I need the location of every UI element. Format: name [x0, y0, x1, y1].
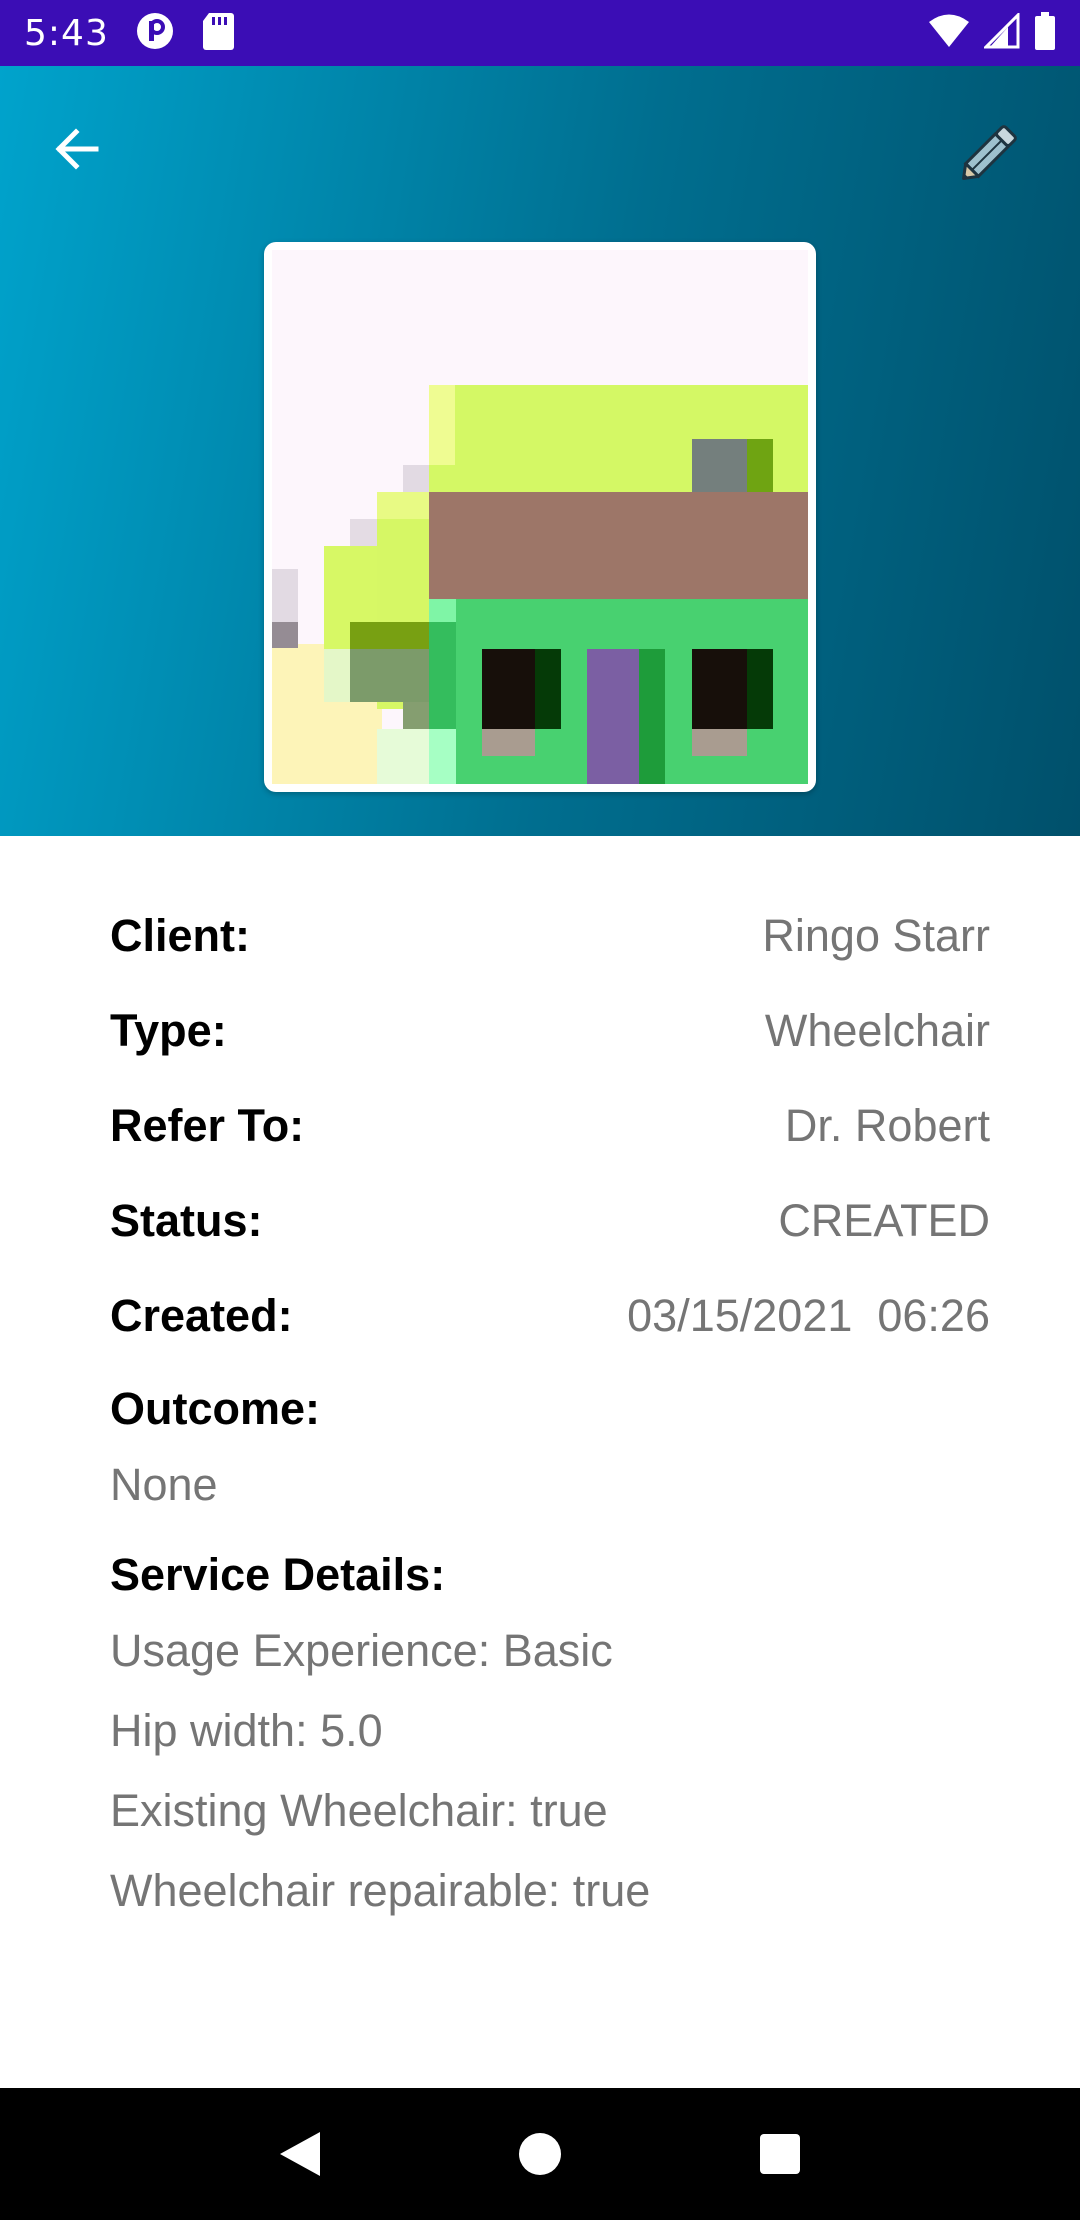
service-details-section: Service Details: Usage Experience: Basic… — [110, 1539, 990, 1931]
refer-to-row: Refer To: Dr. Robert — [110, 1078, 990, 1173]
referral-details: Client: Ringo Starr Type: Wheelchair Ref… — [110, 836, 990, 1931]
service-detail-line: Wheelchair repairable: true — [110, 1865, 651, 1916]
outcome-section: Outcome: None — [110, 1373, 990, 1525]
nav-home-button[interactable] — [500, 2114, 580, 2194]
type-label: Type: — [110, 1004, 227, 1056]
service-detail-line: Hip width: 5.0 — [110, 1705, 383, 1756]
status-label: Status: — [110, 1194, 263, 1246]
client-label: Client: — [110, 909, 250, 961]
outcome-label: Outcome: — [110, 1383, 321, 1434]
service-details-label: Service Details: — [110, 1549, 446, 1600]
system-nav-bar — [0, 2088, 1080, 2220]
pencil-icon — [962, 125, 1017, 180]
header — [0, 66, 1080, 836]
outcome-value: None — [110, 1459, 218, 1510]
sd-card-icon — [201, 11, 235, 56]
client-photo-card[interactable] — [264, 242, 816, 792]
nav-recents-button[interactable] — [740, 2114, 820, 2194]
status-value: CREATED — [778, 1194, 990, 1246]
status-time: 5:43 — [24, 12, 109, 54]
battery-icon — [1034, 11, 1056, 55]
created-label: Created: — [110, 1289, 293, 1341]
recents-square-icon — [760, 2134, 800, 2174]
refer-to-label: Refer To: — [110, 1099, 305, 1151]
back-triangle-icon — [280, 2132, 320, 2176]
client-row: Client: Ringo Starr — [110, 888, 990, 983]
home-circle-icon — [519, 2133, 561, 2175]
notification-p-icon — [135, 11, 175, 56]
nav-back-button[interactable] — [260, 2114, 340, 2194]
status-row: Status: CREATED — [110, 1173, 990, 1268]
back-button[interactable] — [44, 116, 110, 182]
created-row: Created: 03/15/2021 06:26 — [110, 1268, 990, 1363]
type-row: Type: Wheelchair — [110, 983, 990, 1078]
type-value: Wheelchair — [764, 1004, 990, 1056]
created-value: 03/15/2021 06:26 — [627, 1289, 990, 1341]
refer-to-value: Dr. Robert — [784, 1099, 990, 1151]
house-photo — [272, 250, 808, 784]
service-detail-line: Usage Experience: Basic — [110, 1625, 613, 1676]
client-value: Ringo Starr — [762, 909, 990, 961]
wifi-icon — [928, 13, 970, 54]
arrow-back-icon — [55, 128, 99, 170]
signal-icon — [982, 10, 1020, 54]
status-bar: 5:43 — [0, 0, 1080, 66]
service-detail-line: Existing Wheelchair: true — [110, 1785, 608, 1836]
edit-button[interactable] — [948, 112, 1030, 194]
